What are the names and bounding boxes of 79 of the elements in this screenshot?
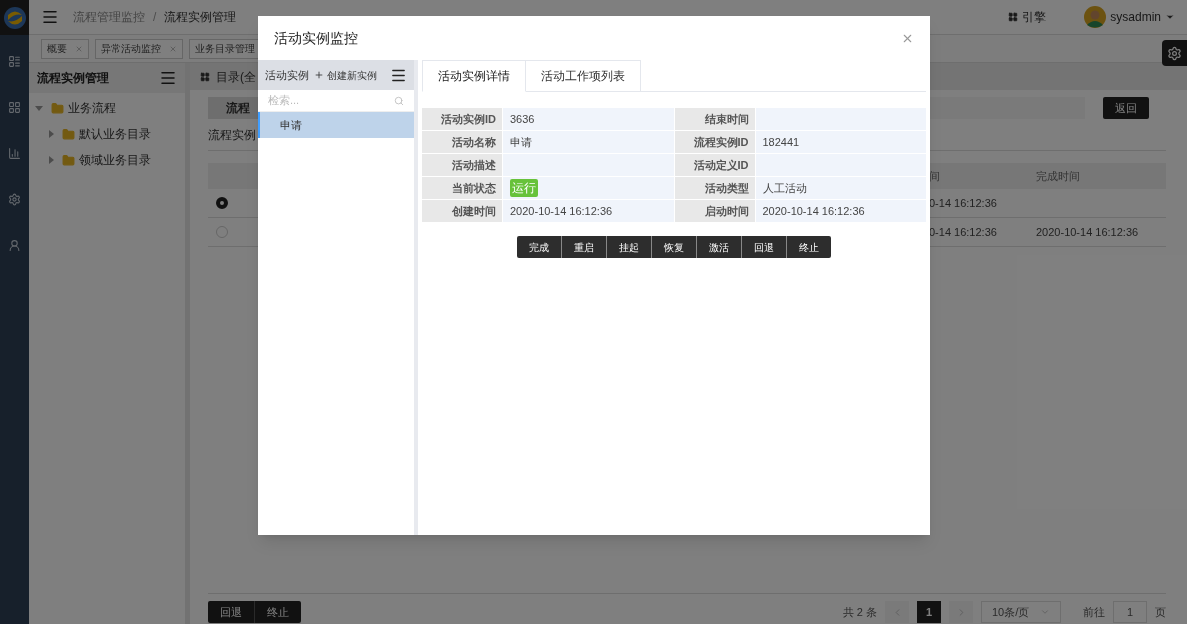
- action-button[interactable]: 恢复: [651, 236, 696, 258]
- field-label: 活动名称: [422, 131, 502, 153]
- field-label: 活动实例ID: [422, 108, 502, 130]
- action-button[interactable]: 回退: [741, 236, 786, 258]
- tree-item[interactable]: 业务流程: [68, 99, 116, 117]
- folder-icon: [51, 101, 64, 115]
- radio-button[interactable]: [216, 197, 228, 209]
- grid-icon: [200, 71, 210, 82]
- column-header: 间: [929, 169, 940, 182]
- page-tab[interactable]: 业务目录管理: [189, 38, 261, 59]
- field-value: 人工活动: [755, 177, 926, 199]
- close-icon[interactable]: [169, 44, 177, 53]
- action-button[interactable]: 完成: [517, 236, 561, 258]
- field-label: 活动描述: [422, 154, 502, 176]
- user-menu[interactable]: sysadmin: [1084, 6, 1175, 28]
- action-button[interactable]: 回退: [208, 601, 254, 623]
- goto-field[interactable]: 1: [1113, 601, 1147, 623]
- catalog-title: 目录(全: [216, 68, 256, 86]
- page-tab[interactable]: 异常活动监控: [95, 38, 183, 59]
- table-cell: 0-14 16:12:36: [929, 196, 997, 209]
- column-header: 完成时间: [1036, 169, 1080, 182]
- dialog-title: 活动实例监控: [274, 28, 358, 48]
- field-value: 182441: [755, 131, 926, 153]
- tree-item[interactable]: 默认业务目录: [79, 125, 151, 143]
- caret-icon[interactable]: [49, 130, 54, 138]
- table-cell: 2020-10-14 16:12:36: [1036, 225, 1139, 238]
- action-button[interactable]: 终止: [786, 236, 831, 258]
- breadcrumb-separator: /: [153, 9, 157, 26]
- user-icon[interactable]: [8, 239, 21, 252]
- back-button[interactable]: 返回: [1103, 97, 1149, 119]
- page-size-select[interactable]: 10条/页: [981, 601, 1061, 623]
- field-label: 当前状态: [422, 177, 502, 199]
- breadcrumb-item: 流程实例管理: [164, 9, 237, 26]
- field-label: 启动时间: [674, 200, 755, 222]
- action-button[interactable]: 终止: [254, 601, 301, 623]
- status-tag: 运行: [510, 179, 538, 197]
- plus-icon: [314, 70, 324, 80]
- panel-title: 流程实例管理: [37, 70, 109, 87]
- field-label: 活动类型: [674, 177, 755, 199]
- caret-icon[interactable]: [49, 156, 54, 164]
- caret-icon[interactable]: [35, 105, 43, 111]
- page-button[interactable]: 1: [917, 601, 941, 623]
- field-label: 活动定义ID: [674, 154, 755, 176]
- folder-icon: [62, 127, 75, 141]
- table-cell: 0-14 16:12:36: [929, 225, 997, 238]
- close-icon[interactable]: [75, 44, 83, 53]
- engine-button[interactable]: 引擎: [1008, 8, 1047, 26]
- avatar-icon: [1084, 6, 1107, 28]
- create-instance-link[interactable]: 创建新实例: [314, 67, 377, 83]
- action-button[interactable]: 重启: [561, 236, 606, 258]
- total-count: 共 2 条: [842, 604, 877, 620]
- field-value: 3636: [503, 108, 674, 130]
- list-icon[interactable]: [8, 55, 21, 68]
- logo-icon: [2, 5, 27, 30]
- tree-item[interactable]: 领域业务目录: [79, 151, 151, 169]
- goto-suffix: 页: [1155, 604, 1166, 620]
- settings-icon[interactable]: [8, 193, 21, 206]
- field-value: 申请: [503, 131, 674, 153]
- folder-icon: [62, 153, 75, 167]
- search-field[interactable]: 检索...: [268, 92, 394, 109]
- goto-label: 前往: [1083, 604, 1105, 620]
- field-label: 结束时间: [674, 108, 755, 130]
- chart-icon[interactable]: [8, 147, 21, 160]
- page-tab[interactable]: 概要: [41, 38, 89, 59]
- instance-list-item[interactable]: 申请: [258, 112, 414, 138]
- grid-icon: [1008, 12, 1019, 22]
- field-label: 创建时间: [422, 200, 502, 222]
- field-value: 2020-10-14 16:12:36: [503, 200, 674, 222]
- dialog-tab[interactable]: 活动工作项列表: [526, 60, 641, 92]
- dialog-tab[interactable]: 活动实例详情: [422, 60, 526, 92]
- caret-icon: [1165, 12, 1175, 22]
- field-value: 2020-10-14 16:12:36: [755, 200, 926, 222]
- action-button[interactable]: 激活: [696, 236, 741, 258]
- panel-title: 活动实例: [265, 67, 309, 83]
- search-icon[interactable]: [394, 95, 404, 106]
- grid-icon[interactable]: [8, 101, 21, 114]
- field-label: 流程实例ID: [674, 131, 755, 153]
- section-title: 流程实例: [208, 126, 256, 144]
- action-button[interactable]: 挂起: [606, 236, 651, 258]
